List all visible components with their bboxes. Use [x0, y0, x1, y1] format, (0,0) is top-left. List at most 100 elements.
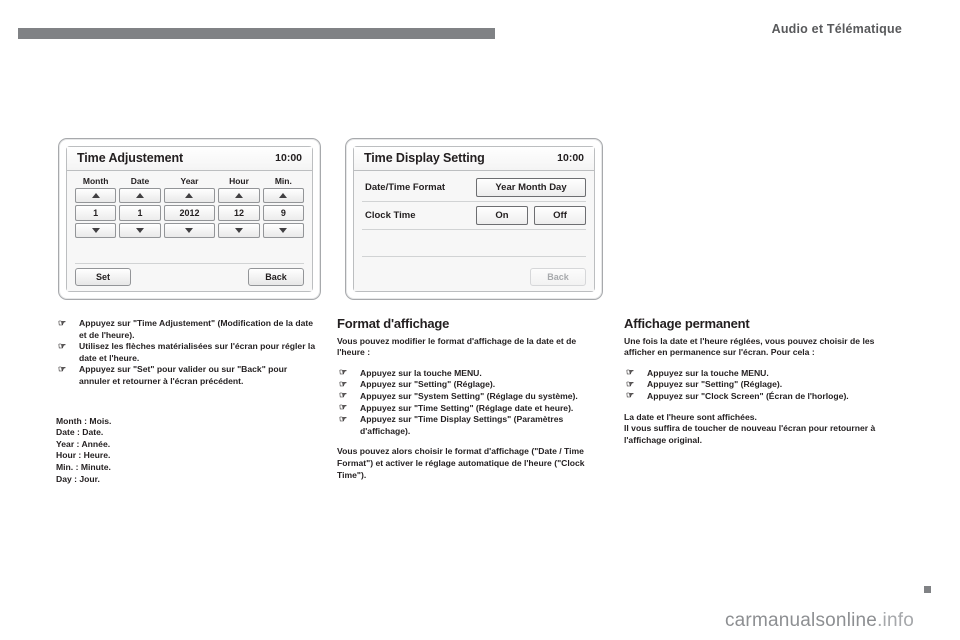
glossary-item: Hour : Heure. [56, 450, 111, 461]
list-item: ☞ Appuyez sur "Time Display Settings" (Pa… [337, 414, 605, 437]
stepper-label: Min. [274, 176, 292, 186]
pointing-hand-icon: ☞ [339, 378, 348, 389]
stepper-hour: Hour 12 [218, 174, 260, 240]
hour-value[interactable]: 12 [218, 205, 260, 221]
pointing-hand-icon: ☞ [626, 378, 635, 389]
device-screen: Time Display Setting 10:00 Date/Time For… [353, 146, 595, 292]
section-outro: La date et l'heure sont affichées. Il vo… [624, 411, 876, 445]
pointing-hand-icon: ☞ [58, 317, 67, 328]
list-item-text: Appuyez sur "System Setting" (Réglage du… [360, 390, 578, 401]
year-value[interactable]: 2012 [163, 205, 216, 221]
pointing-hand-icon: ☞ [58, 340, 67, 351]
minute-value[interactable]: 9 [262, 205, 304, 221]
list-item: ☞ Appuyez sur la touche MENU. [337, 367, 605, 380]
list-item-text: Appuyez sur "Set" pour valider ou sur "B… [79, 364, 288, 386]
stepper-year: Year 2012 [163, 174, 216, 240]
list-item: ☞ Appuyez sur "Setting" (Réglage). [337, 379, 605, 391]
list-item-text: Appuyez sur "Clock Screen" (Écran de l'h… [647, 390, 849, 401]
list-item-text: Appuyez sur "Time Adjustement" (Modifica… [79, 318, 314, 340]
caret-up-icon [185, 193, 194, 198]
list-item: ☞ Appuyez sur "System Setting" (Réglage d… [337, 390, 605, 403]
list-item: ☞ Appuyez sur "Clock Screen" (Écran de l'… [624, 390, 892, 403]
year-increment-button[interactable] [163, 188, 216, 203]
caret-down-icon [91, 228, 100, 233]
list-item: ☞ Appuyez sur "Set" pour valider ou sur "… [56, 364, 318, 387]
caret-down-icon [234, 228, 243, 233]
list-item-text: Utilisez les flèches matérialisées sur l… [79, 341, 316, 363]
date-time-format-option[interactable]: Year Month Day [476, 178, 586, 197]
back-button[interactable]: Back [248, 268, 304, 286]
caret-up-icon [279, 193, 288, 198]
list-item-text: Appuyez sur la touche MENU. [647, 367, 769, 378]
device-title: Time Adjustement [77, 151, 184, 165]
device-titlebar: Time Display Setting 10:00 [354, 147, 594, 171]
device-title: Time Display Setting [364, 151, 485, 165]
year-decrement-button[interactable] [163, 223, 216, 238]
list-item: ☞ Appuyez sur la touche MENU. [624, 367, 892, 380]
watermark-suffix: .info [877, 610, 914, 631]
pointing-hand-icon: ☞ [626, 390, 635, 401]
month-increment-button[interactable] [75, 188, 117, 203]
page-corner-icon [921, 583, 934, 596]
pointing-hand-icon: ☞ [58, 363, 67, 374]
caret-down-icon [185, 228, 194, 233]
clock-time-off-option[interactable]: Off [534, 206, 586, 225]
glossary-item: Month : Mois. [56, 415, 112, 426]
set-button[interactable]: Set [75, 268, 131, 286]
row-label: Date/Time Format [365, 182, 446, 193]
column-right: Affichage permanent Une fois la date et … [624, 317, 892, 455]
column-left: ☞ Appuyez sur "Time Adjustement" (Modific… [56, 318, 318, 485]
device-screen: Time Adjustement 10:00 Month 1 Date 1 Ye… [66, 146, 313, 292]
caret-down-icon [135, 228, 144, 233]
glossary-item: Day : Jour. [56, 473, 100, 484]
device-clock: 10:00 [275, 152, 302, 164]
list-item: ☞ Appuyez sur "Setting" (Réglage). [624, 379, 892, 391]
month-value[interactable]: 1 [75, 205, 117, 221]
list-item-text: Appuyez sur la touche MENU. [360, 367, 482, 378]
stepper-month: Month 1 [75, 174, 117, 240]
caret-up-icon [91, 193, 100, 198]
section-intro: Une fois la date et l'heure réglées, vou… [624, 335, 875, 358]
page-title: Audio et Télématique [771, 22, 902, 36]
section-intro: Vous pouvez modifier le format d'afficha… [337, 335, 577, 358]
list-item-text: Appuyez sur "Setting" (Réglage). [360, 379, 496, 390]
caret-up-icon [135, 193, 144, 198]
stepper-label: Month [82, 176, 109, 186]
month-decrement-button[interactable] [75, 223, 117, 238]
list-item: ☞ Utilisez les flèches matérialisées sur … [56, 341, 318, 364]
clock-time-on-option[interactable]: On [476, 206, 528, 225]
glossary-item: Min. : Minute. [56, 461, 111, 472]
date-value[interactable]: 1 [119, 205, 161, 221]
caret-up-icon [234, 193, 243, 198]
hour-increment-button[interactable] [218, 188, 260, 203]
instruction-list-right: ☞ Appuyez sur la touche MENU. ☞ Appuyez su… [624, 367, 892, 403]
stepper-date: Date 1 [119, 174, 161, 240]
glossary-item: Date : Date. [56, 427, 104, 438]
watermark-main: carmanualsonline [724, 610, 878, 631]
hour-decrement-button[interactable] [218, 223, 260, 238]
list-item: ☞ Appuyez sur "Time Setting" (Réglage dat… [337, 402, 605, 415]
glossary-list: Month : Mois. Date : Date. Year : Année.… [56, 416, 318, 486]
row-clock-time: Clock Time On Off [362, 202, 586, 230]
pointing-hand-icon: ☞ [339, 413, 348, 424]
date-increment-button[interactable] [119, 188, 161, 203]
pointing-hand-icon: ☞ [339, 390, 348, 401]
instruction-list-left: ☞ Appuyez sur "Time Adjustement" (Modific… [56, 318, 318, 388]
stepper-label: Hour [229, 176, 249, 186]
instruction-list-middle: ☞ Appuyez sur la touche MENU. ☞ Appuyez su… [337, 367, 605, 438]
section-heading-format-affichage: Format d'affichage [337, 316, 450, 331]
minute-increment-button[interactable] [262, 188, 304, 203]
pointing-hand-icon: ☞ [339, 402, 348, 413]
glossary-item: Year : Année. [56, 438, 111, 449]
screenshot-time-display-setting: Time Display Setting 10:00 Date/Time For… [345, 138, 603, 300]
date-decrement-button[interactable] [119, 223, 161, 238]
site-watermark: carmanualsonline.info [725, 610, 914, 632]
device-footer: Back [362, 262, 586, 286]
back-button[interactable]: Back [530, 268, 586, 286]
row-label: Clock Time [365, 210, 416, 221]
device-clock: 10:00 [557, 152, 584, 164]
stepper-minute: Min. 9 [262, 174, 304, 240]
list-item: ☞ Appuyez sur "Time Adjustement" (Modific… [56, 318, 318, 341]
list-item-text: Appuyez sur "Time Setting" (Réglage date… [360, 402, 574, 413]
minute-decrement-button[interactable] [262, 223, 304, 238]
